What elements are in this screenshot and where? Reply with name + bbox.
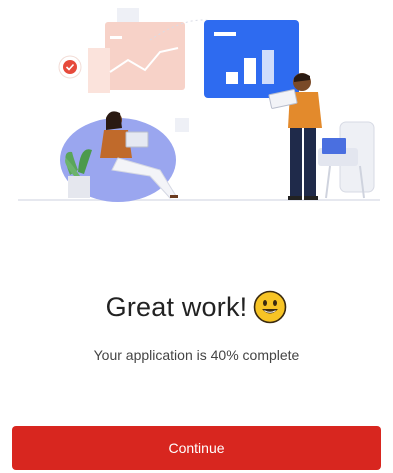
dashboard-card bbox=[204, 20, 299, 98]
progress-subtitle: Your application is 40% complete bbox=[93, 347, 300, 363]
continue-button[interactable]: Continue bbox=[12, 426, 381, 470]
grinning-face-emoji-icon bbox=[254, 290, 287, 324]
people-working-illustration bbox=[18, 8, 380, 202]
headline-text: Great work! bbox=[105, 291, 248, 322]
chart-card bbox=[88, 22, 185, 93]
background-square bbox=[175, 118, 189, 132]
check-badge-icon bbox=[58, 55, 82, 79]
chair bbox=[318, 121, 375, 199]
headline: Great work! bbox=[0, 290, 393, 324]
